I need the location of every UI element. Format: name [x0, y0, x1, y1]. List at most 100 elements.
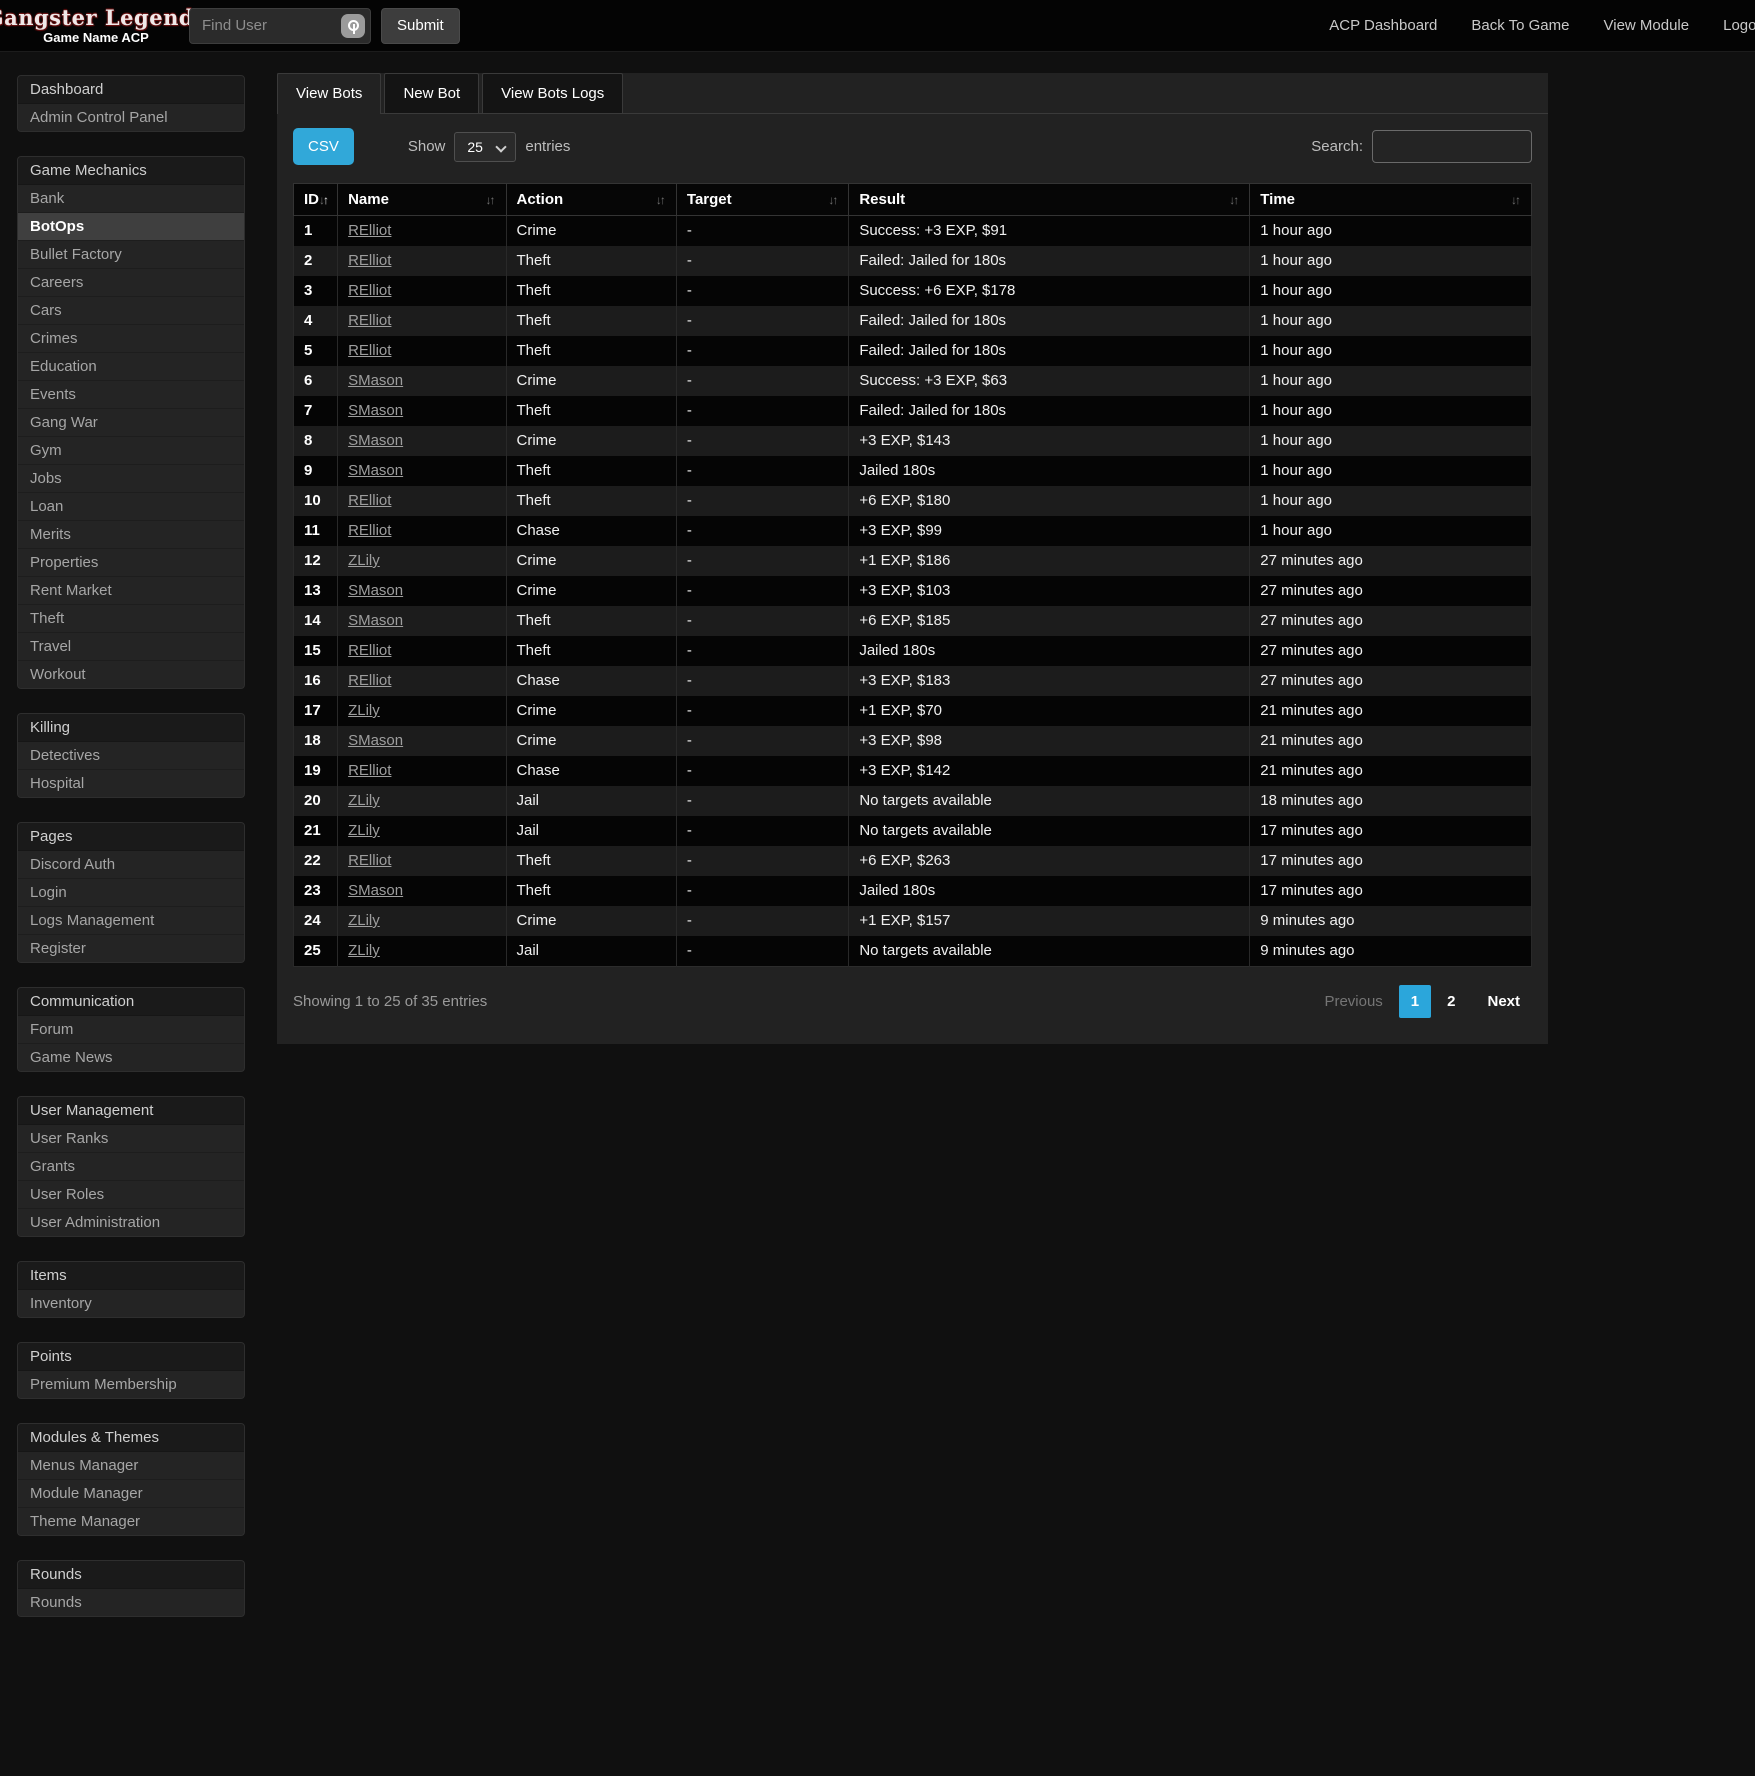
column-header-time[interactable]: Time ↓↑ — [1250, 184, 1532, 216]
column-header-name[interactable]: Name ↓↑ — [338, 184, 506, 216]
topbar-nav-acp-dashboard[interactable]: ACP Dashboard — [1329, 17, 1437, 34]
sidebar-item-botops[interactable]: BotOps — [18, 213, 244, 241]
sidebar-item-inventory[interactable]: Inventory — [18, 1290, 244, 1317]
bot-name-link[interactable]: RElliot — [348, 282, 391, 299]
bot-name-link[interactable]: RElliot — [348, 492, 391, 509]
sidebar-item-premium-membership[interactable]: Premium Membership — [18, 1371, 244, 1398]
sidebar-item-menus-manager[interactable]: Menus Manager — [18, 1452, 244, 1480]
sidebar-item-bank[interactable]: Bank — [18, 185, 244, 213]
sidebar-item-gang-war[interactable]: Gang War — [18, 409, 244, 437]
bot-name-link[interactable]: RElliot — [348, 222, 391, 239]
sidebar-item-gym[interactable]: Gym — [18, 437, 244, 465]
sidebar-item-grants[interactable]: Grants — [18, 1153, 244, 1181]
bot-name-link[interactable]: ZLily — [348, 552, 380, 569]
bot-name-link[interactable]: RElliot — [348, 342, 391, 359]
sidebar-item-events[interactable]: Events — [18, 381, 244, 409]
bot-name-link[interactable]: RElliot — [348, 762, 391, 779]
sidebar-item-user-ranks[interactable]: User Ranks — [18, 1125, 244, 1153]
sidebar-item-jobs[interactable]: Jobs — [18, 465, 244, 493]
sidebar-item-module-manager[interactable]: Module Manager — [18, 1480, 244, 1508]
password-manager-icon[interactable] — [341, 14, 365, 38]
bot-name-link[interactable]: RElliot — [348, 252, 391, 269]
sidebar-item-game-news[interactable]: Game News — [18, 1044, 244, 1071]
tab-view-bots[interactable]: View Bots — [277, 73, 381, 114]
sidebar-item-forum[interactable]: Forum — [18, 1016, 244, 1044]
bot-name-link[interactable]: SMason — [348, 462, 403, 479]
bot-name-link[interactable]: ZLily — [348, 702, 380, 719]
column-header-result[interactable]: Result ↓↑ — [849, 184, 1250, 216]
column-header-action[interactable]: Action ↓↑ — [506, 184, 676, 216]
cell-name: RElliot — [338, 666, 506, 696]
cell-action: Crime — [506, 216, 676, 247]
topbar-nav-view-module[interactable]: View Module — [1604, 17, 1690, 34]
sidebar-item-merits[interactable]: Merits — [18, 521, 244, 549]
pagination-previous[interactable]: Previous — [1312, 985, 1394, 1018]
bot-name-link[interactable]: SMason — [348, 582, 403, 599]
bot-name-link[interactable]: SMason — [348, 612, 403, 629]
column-label: Target — [687, 191, 732, 208]
tab-view-bots-logs[interactable]: View Bots Logs — [482, 73, 623, 113]
bot-name-link[interactable]: ZLily — [348, 792, 380, 809]
sidebar-item-rent-market[interactable]: Rent Market — [18, 577, 244, 605]
cell-id: 13 — [294, 576, 338, 606]
sidebar-item-hospital[interactable]: Hospital — [18, 770, 244, 797]
column-header-id[interactable]: ID ↓↑ — [294, 184, 338, 216]
sidebar-item-careers[interactable]: Careers — [18, 269, 244, 297]
pagination-next[interactable]: Next — [1475, 985, 1532, 1018]
bot-name-link[interactable]: RElliot — [348, 522, 391, 539]
bot-name-link[interactable]: RElliot — [348, 672, 391, 689]
table-row: 15 RElliot Theft - Jailed 180s 27 minute… — [294, 636, 1532, 666]
pagination-page-2[interactable]: 2 — [1435, 985, 1467, 1018]
sidebar-item-admin-control-panel[interactable]: Admin Control Panel — [18, 104, 244, 131]
bot-name-link[interactable]: RElliot — [348, 852, 391, 869]
show-label: Show — [408, 138, 446, 155]
sidebar-item-user-administration[interactable]: User Administration — [18, 1209, 244, 1236]
pagination-page-1[interactable]: 1 — [1399, 985, 1431, 1018]
sidebar-item-education[interactable]: Education — [18, 353, 244, 381]
sidebar-item-rounds[interactable]: Rounds — [18, 1589, 244, 1616]
sidebar-item-detectives[interactable]: Detectives — [18, 742, 244, 770]
page-length-select[interactable]: 25 — [454, 132, 516, 162]
cell-action: Crime — [506, 726, 676, 756]
submit-button[interactable]: Submit — [381, 8, 460, 44]
sidebar-item-theft[interactable]: Theft — [18, 605, 244, 633]
sidebar-item-logs-management[interactable]: Logs Management — [18, 907, 244, 935]
sidebar-item-cars[interactable]: Cars — [18, 297, 244, 325]
cell-target: - — [676, 486, 848, 516]
cell-result: +3 EXP, $98 — [849, 726, 1250, 756]
cell-action: Crime — [506, 906, 676, 936]
bot-name-link[interactable]: SMason — [348, 372, 403, 389]
sidebar-item-theme-manager[interactable]: Theme Manager — [18, 1508, 244, 1535]
bot-name-link[interactable]: ZLily — [348, 912, 380, 929]
cell-id: 12 — [294, 546, 338, 576]
sidebar-item-login[interactable]: Login — [18, 879, 244, 907]
sidebar-item-travel[interactable]: Travel — [18, 633, 244, 661]
bot-name-link[interactable]: SMason — [348, 432, 403, 449]
topbar-nav-back-to-game[interactable]: Back To Game — [1471, 17, 1569, 34]
table-row: 12 ZLily Crime - +1 EXP, $186 27 minutes… — [294, 546, 1532, 576]
sidebar-item-bullet-factory[interactable]: Bullet Factory — [18, 241, 244, 269]
column-header-target[interactable]: Target ↓↑ — [676, 184, 848, 216]
bot-name-link[interactable]: ZLily — [348, 822, 380, 839]
bot-name-link[interactable]: RElliot — [348, 312, 391, 329]
bot-name-link[interactable]: ZLily — [348, 942, 380, 959]
sidebar-item-properties[interactable]: Properties — [18, 549, 244, 577]
sidebar: Dashboard Admin Control Panel Game Mecha… — [17, 75, 245, 1641]
sidebar-item-discord-auth[interactable]: Discord Auth — [18, 851, 244, 879]
bot-name-link[interactable]: SMason — [348, 882, 403, 899]
topbar-nav-logout[interactable]: Logout — [1723, 17, 1755, 34]
sidebar-item-register[interactable]: Register — [18, 935, 244, 962]
bot-name-link[interactable]: SMason — [348, 402, 403, 419]
bot-name-link[interactable]: RElliot — [348, 642, 391, 659]
csv-export-button[interactable]: CSV — [293, 128, 354, 165]
tab-new-bot[interactable]: New Bot — [384, 73, 479, 113]
sort-icon: ↓↑ — [319, 193, 329, 207]
sidebar-item-loan[interactable]: Loan — [18, 493, 244, 521]
sidebar-item-user-roles[interactable]: User Roles — [18, 1181, 244, 1209]
search-input[interactable] — [1372, 130, 1532, 163]
cell-result: Failed: Jailed for 180s — [849, 336, 1250, 366]
bot-name-link[interactable]: SMason — [348, 732, 403, 749]
sidebar-item-workout[interactable]: Workout — [18, 661, 244, 688]
sidebar-item-crimes[interactable]: Crimes — [18, 325, 244, 353]
cell-name: ZLily — [338, 816, 506, 846]
